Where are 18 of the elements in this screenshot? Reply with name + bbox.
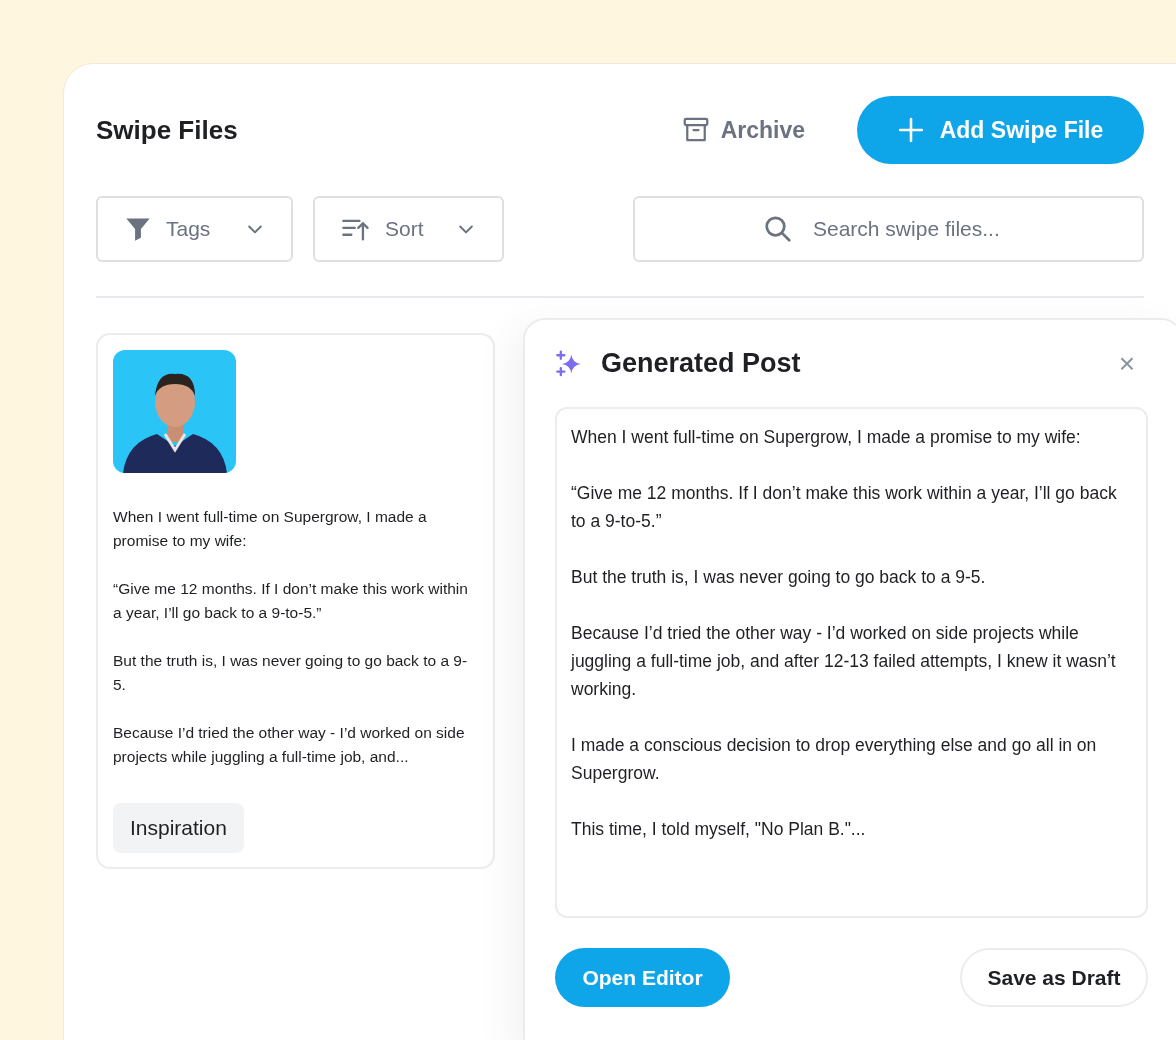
post-paragraph: When I went full-time on Supergrow, I made a promise to my wife: xyxy=(113,507,428,551)
archive-button[interactable]: Archive xyxy=(680,115,805,145)
swipe-file-card[interactable] xyxy=(96,333,495,869)
search-field[interactable]: Search swipe files... xyxy=(633,196,1144,262)
post-paragraph: Because I’d tried the other way - I’d worked on side projects while juggling a full-time job, and... xyxy=(113,723,466,767)
page-title: Swipe Files xyxy=(96,114,238,146)
panel-title: Generated Post xyxy=(601,348,802,379)
sort-dropdown[interactable]: Sort xyxy=(313,196,504,262)
close-button[interactable]: × xyxy=(1102,349,1151,378)
post-text-area[interactable]: When I went full-time on Supergrow, I made a promise to my wife: “Give me 12 months. If I don’t make this work within a year, I’ll go back to a 9-to-5.” But the truth is, I was never going to go back to a 9-5. Because I’d tried the other way - I’d worked on side projects while juggling a full-time job, and after 12-13 failed attempts, I knew it wasn’t working. I made a conscious decision to drop everything else and go all in on Supergrow. This time, I told myself, "No Plan B."... xyxy=(555,407,1148,918)
save-as-draft-button[interactable]: Save as Draft xyxy=(960,948,1148,1007)
plus-icon xyxy=(897,117,924,143)
tag-chip: Inspiration xyxy=(113,803,244,853)
open-editor-button[interactable]: Open Editor xyxy=(555,948,730,1007)
post-paragraph: “Give me 12 months. If I don’t make this work within a year, I’ll go back to a 9-to-5.” xyxy=(113,579,469,623)
post-paragraph: But the truth is, I was never going to go back to a 9-5. xyxy=(113,651,469,695)
tags-dropdown[interactable]: Tags xyxy=(96,196,293,262)
add-swipe-file-button[interactable]: Add Swipe File xyxy=(857,96,1144,164)
